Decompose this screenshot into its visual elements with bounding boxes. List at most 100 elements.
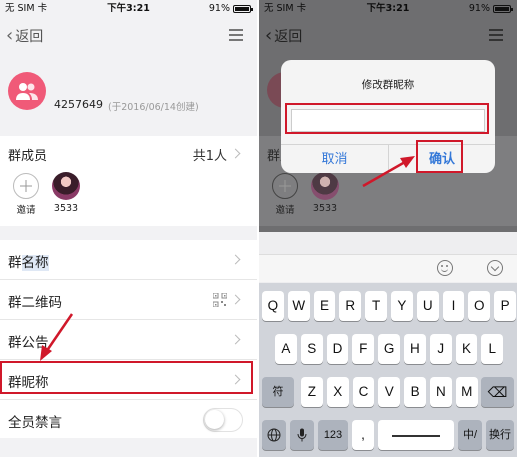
- member-item: 3533: [305, 172, 345, 214]
- setting-label: 群公告: [8, 335, 49, 351]
- members-count[interactable]: 共1人: [193, 145, 227, 164]
- chevron-right-icon: [230, 294, 241, 305]
- key-m[interactable]: M: [455, 377, 478, 407]
- battery-fill: [495, 7, 509, 11]
- numbers-key[interactable]: 123: [318, 420, 348, 450]
- highlight-box: [0, 361, 253, 394]
- microphone-icon: [297, 428, 307, 442]
- key-h[interactable]: H: [404, 334, 426, 364]
- back-label: 返回: [15, 29, 44, 45]
- backspace-icon: ⌫: [487, 384, 508, 400]
- back-label: 返回: [274, 29, 303, 45]
- member-avatar: [52, 172, 80, 200]
- key-s[interactable]: S: [300, 334, 323, 364]
- key-p[interactable]: P: [494, 291, 516, 321]
- globe-icon: [267, 428, 281, 442]
- menu-icon[interactable]: [489, 29, 503, 41]
- chevron-right-icon: [230, 334, 241, 345]
- group-settings-screen: 无 SIM 卡 下午3:21 91% ‹ 返回 4257649 (于2016/0…: [0, 0, 257, 457]
- back-button[interactable]: ‹ 返回: [6, 26, 43, 46]
- group-created-date: (于2016/06/14创建): [108, 102, 199, 113]
- highlight-box: [285, 103, 489, 134]
- key-r[interactable]: R: [339, 291, 362, 321]
- nav-bar: ‹ 返回: [259, 18, 517, 52]
- globe-key[interactable]: [262, 420, 286, 450]
- invite-label: 邀请: [16, 205, 36, 216]
- cancel-button[interactable]: 取消: [281, 145, 388, 173]
- key-g[interactable]: G: [378, 334, 400, 364]
- plus-icon: [13, 173, 39, 199]
- dimmed-background: 无 SIM 卡 下午3:21 91% ‹ 返回 群成员 邀请 3533: [259, 0, 517, 232]
- battery-icon: [233, 5, 253, 13]
- group-header: 4257649 (于2016/06/14创建): [0, 60, 257, 128]
- invite-member-button: 邀请: [265, 173, 305, 216]
- setting-group-announcement[interactable]: 群公告: [0, 320, 257, 360]
- edit-nickname-screen: 无 SIM 卡 下午3:21 91% ‹ 返回 群成员 邀请 3533: [259, 0, 517, 457]
- key-b[interactable]: B: [404, 377, 426, 407]
- back-button[interactable]: ‹ 返回: [265, 26, 302, 46]
- language-key[interactable]: 中/: [458, 420, 482, 450]
- key-w[interactable]: W: [287, 291, 310, 321]
- nav-bar: ‹ 返回: [0, 18, 257, 52]
- setting-label: 群二维码: [8, 295, 62, 311]
- key-c[interactable]: C: [352, 377, 375, 407]
- key-e[interactable]: E: [313, 291, 336, 321]
- keyboard-toolbar: [259, 254, 517, 282]
- members-section: 群成员 共1人 邀请 3533: [0, 136, 257, 226]
- invite-member-button[interactable]: 邀请: [6, 173, 46, 216]
- menu-icon[interactable]: [229, 29, 243, 41]
- mute-all-toggle[interactable]: [203, 408, 243, 432]
- battery-icon: [493, 5, 513, 13]
- highlight-box: [416, 140, 463, 173]
- chevron-right-icon: [230, 254, 241, 265]
- key-o[interactable]: O: [468, 291, 491, 321]
- key-x[interactable]: X: [326, 377, 349, 407]
- setting-group-qrcode[interactable]: 群二维码: [0, 280, 257, 320]
- group-people-icon: [16, 83, 38, 100]
- key-y[interactable]: Y: [391, 291, 413, 321]
- member-item[interactable]: 3533: [46, 172, 86, 214]
- space-key[interactable]: [378, 420, 454, 450]
- key-a[interactable]: A: [275, 334, 297, 364]
- key-t[interactable]: T: [365, 291, 387, 321]
- emoji-icon[interactable]: [437, 260, 453, 276]
- keyboard-dismiss-icon[interactable]: [487, 260, 503, 276]
- key-q[interactable]: Q: [262, 291, 284, 321]
- symbols-key[interactable]: 符: [262, 377, 294, 407]
- space-bar-glyph: [392, 435, 440, 437]
- key-n[interactable]: N: [430, 377, 452, 407]
- toggle-knob: [205, 410, 224, 429]
- setting-label: 群名称: [8, 255, 49, 271]
- key-z[interactable]: Z: [301, 377, 323, 407]
- key-f[interactable]: F: [352, 334, 375, 364]
- qr-code-icon: [213, 293, 227, 307]
- keyboard: Q W E R T Y U I O P A S D F G H J K L 符 Z X C V B N M ⌫ 123, 中/换行: [259, 283, 517, 457]
- key-u[interactable]: U: [416, 291, 439, 321]
- key-i[interactable]: I: [442, 291, 465, 321]
- comma-key[interactable]: ,: [352, 420, 374, 450]
- backspace-key[interactable]: ⌫: [481, 377, 514, 407]
- key-k[interactable]: K: [455, 334, 478, 364]
- setting-label: 全员禁言: [8, 415, 62, 431]
- key-j[interactable]: J: [429, 334, 452, 364]
- key-v[interactable]: V: [378, 377, 401, 407]
- invite-label: 邀请: [275, 205, 295, 216]
- chevron-left-icon: ‹: [265, 25, 273, 46]
- key-l[interactable]: L: [481, 334, 504, 364]
- plus-icon: [272, 173, 298, 199]
- chevron-left-icon: ‹: [6, 25, 14, 46]
- group-id: 4257649: [54, 98, 103, 111]
- setting-group-name[interactable]: 群名称: [0, 240, 257, 280]
- microphone-key[interactable]: [290, 420, 314, 450]
- status-bar: 无 SIM 卡 下午3:21 91%: [0, 0, 257, 18]
- group-avatar[interactable]: [8, 72, 46, 110]
- setting-mute-all: 全员禁言: [0, 400, 257, 440]
- members-title: 群成员: [8, 149, 48, 164]
- member-name: 3533: [53, 203, 79, 214]
- dialog-title: 修改群昵称: [361, 79, 415, 91]
- status-bar: 无 SIM 卡 下午3:21 91%: [259, 0, 517, 18]
- settings-list: 群名称 群二维码 群公告 群昵称 全员禁言: [0, 240, 257, 438]
- return-key[interactable]: 换行: [486, 420, 514, 450]
- chevron-right-icon: [230, 148, 241, 159]
- key-d[interactable]: D: [326, 334, 349, 364]
